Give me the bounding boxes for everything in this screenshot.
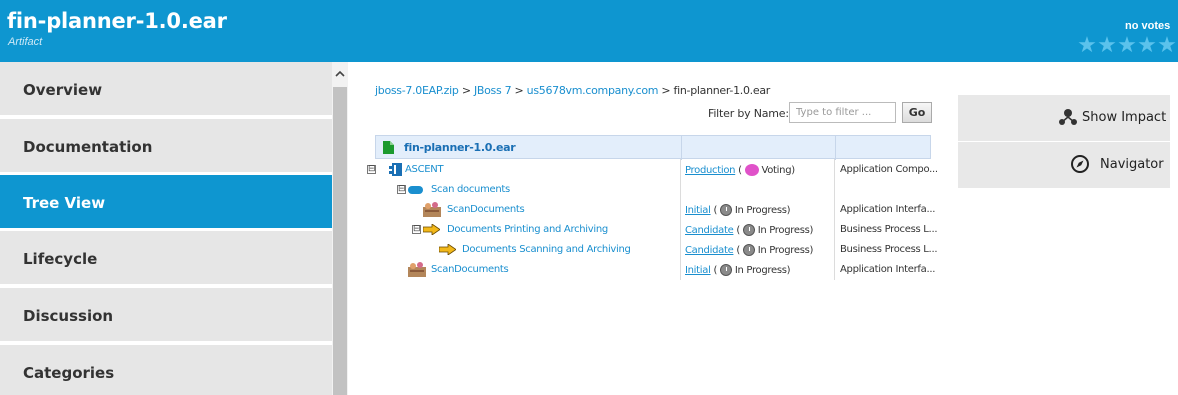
app-component-icon [389, 163, 402, 176]
tree-root-name[interactable]: fin-planner-1.0.ear [404, 141, 516, 154]
star-icon[interactable]: ★ [1097, 34, 1117, 56]
column-divider [681, 136, 682, 160]
artifact-type: Business Process L... [840, 244, 938, 255]
nav-item-label: Discussion [23, 307, 114, 325]
collapse-toggle[interactable]: ⊟ [412, 225, 421, 234]
stage-link[interactable]: Initial [685, 205, 711, 216]
breadcrumb-link[interactable]: us5678vm.company.com [527, 84, 659, 97]
breadcrumb-current: fin-planner-1.0.ear [673, 84, 771, 97]
star-icon[interactable]: ★ [1077, 34, 1097, 56]
star-icon[interactable]: ★ [1157, 34, 1177, 56]
star-icon[interactable]: ★ [1137, 34, 1157, 56]
file-icon [383, 141, 394, 154]
show-impact-button[interactable]: Show Impact [958, 95, 1170, 141]
scroll-up-button[interactable] [332, 62, 348, 86]
nav-item-label: Documentation [23, 138, 153, 156]
clock-icon [719, 204, 732, 216]
breadcrumb-separator: > [514, 84, 524, 97]
tree-row[interactable]: ⊟ ASCENT Production ( Voting) Applicatio… [367, 160, 938, 180]
tree-row[interactable]: Documents Scanning and Archiving Candida… [375, 240, 938, 260]
nav-item-label: Overview [23, 81, 103, 99]
clock-icon [742, 224, 755, 236]
state-label: Voting [761, 165, 792, 176]
interface-icon [408, 186, 423, 194]
go-button[interactable]: Go [902, 102, 932, 123]
nav-scrollbar[interactable] [332, 62, 348, 395]
page-header: fin-planner-1.0.ear Artifact no votes ★★… [0, 0, 1178, 62]
operation-icon [408, 262, 426, 277]
star-icon[interactable]: ★ [1117, 34, 1137, 56]
nav-item-lifecycle[interactable]: Lifecycle [0, 231, 332, 286]
clock-icon [719, 264, 732, 276]
tree-row[interactable]: ⊟ Scan documents [375, 180, 931, 200]
impact-icon [1059, 109, 1077, 125]
nav-item-label: Categories [23, 364, 115, 382]
stage-link[interactable]: Candidate [685, 225, 734, 236]
compass-icon [1071, 155, 1089, 173]
navigator-label: Navigator [1100, 157, 1164, 172]
state-label: In Progress [734, 265, 787, 276]
tree-item-name[interactable]: ScanDocuments [447, 204, 525, 215]
lifecycle-status: Candidate ( In Progress) [685, 244, 814, 256]
tree-item-name[interactable]: Documents Printing and Archiving [447, 224, 608, 235]
show-impact-label: Show Impact [1082, 110, 1167, 125]
tree-item-name[interactable]: Documents Scanning and Archiving [462, 244, 631, 255]
nav-item-label: Lifecycle [23, 250, 98, 268]
votes-label: no votes [1125, 20, 1171, 32]
nav-item-label: Tree View [23, 194, 106, 212]
navigator-button[interactable]: Navigator [958, 142, 1170, 188]
breadcrumb-separator: > [461, 84, 471, 97]
page-title: fin-planner-1.0.ear [7, 9, 227, 33]
breadcrumb-separator: > [661, 84, 671, 97]
stage-link[interactable]: Candidate [685, 245, 734, 256]
stage-link[interactable]: Production [685, 165, 736, 176]
nav-item-overview[interactable]: Overview [0, 62, 332, 117]
process-arrow-icon [439, 244, 456, 255]
tree-row[interactable]: ⊟ Documents Printing and Archiving Candi… [375, 220, 938, 240]
lifecycle-status: Candidate ( In Progress) [685, 224, 814, 236]
operation-icon [423, 202, 441, 217]
breadcrumb-link[interactable]: jboss-7.0EAP.zip [375, 84, 459, 97]
artifact-type: Application Interfa... [840, 264, 936, 275]
collapse-toggle[interactable]: ⊟ [367, 165, 376, 174]
clock-icon [742, 244, 755, 256]
tree-item-name[interactable]: Scan documents [431, 184, 510, 195]
lifecycle-status: Initial ( In Progress) [685, 264, 791, 276]
collapse-toggle[interactable]: ⊟ [397, 185, 406, 194]
tree-item-name[interactable]: ScanDocuments [431, 264, 509, 275]
star-rating[interactable]: ★★★★★ [1077, 34, 1178, 56]
lifecycle-status: Initial ( In Progress) [685, 204, 791, 216]
breadcrumb: jboss-7.0EAP.zip > JBoss 7 > us5678vm.co… [375, 84, 770, 97]
filter-input[interactable] [789, 102, 896, 123]
tree-item-name[interactable]: ASCENT [405, 164, 444, 175]
state-label: In Progress [757, 245, 810, 256]
stage-link[interactable]: Initial [685, 265, 711, 276]
tree-header-row[interactable]: fin-planner-1.0.ear [375, 135, 931, 160]
voting-icon [744, 164, 759, 176]
state-label: In Progress [734, 205, 787, 216]
state-label: In Progress [757, 225, 810, 236]
nav-item-categories[interactable]: Categories [0, 345, 332, 395]
lifecycle-status: Production ( Voting) [685, 164, 795, 176]
left-nav: Overview Documentation Tree View Lifecyc… [0, 62, 332, 395]
tree-row[interactable]: ScanDocuments Initial ( In Progress) App… [375, 200, 935, 220]
scroll-thumb[interactable] [333, 87, 347, 395]
artifact-type: Application Compo... [840, 164, 938, 175]
process-arrow-icon [423, 224, 440, 235]
column-divider [835, 136, 836, 160]
breadcrumb-link[interactable]: JBoss 7 [474, 84, 512, 97]
chevron-up-icon [335, 70, 345, 77]
tree-row[interactable]: ScanDocuments Initial ( In Progress) App… [375, 260, 935, 280]
artifact-type: Application Interfa... [840, 204, 936, 215]
nav-item-discussion[interactable]: Discussion [0, 288, 332, 343]
filter-label: Filter by Name: [708, 107, 789, 120]
artifact-type: Business Process L... [840, 224, 938, 235]
nav-item-documentation[interactable]: Documentation [0, 119, 332, 174]
nav-item-tree-view[interactable]: Tree View [0, 175, 332, 230]
page-subtitle: Artifact [8, 36, 43, 48]
